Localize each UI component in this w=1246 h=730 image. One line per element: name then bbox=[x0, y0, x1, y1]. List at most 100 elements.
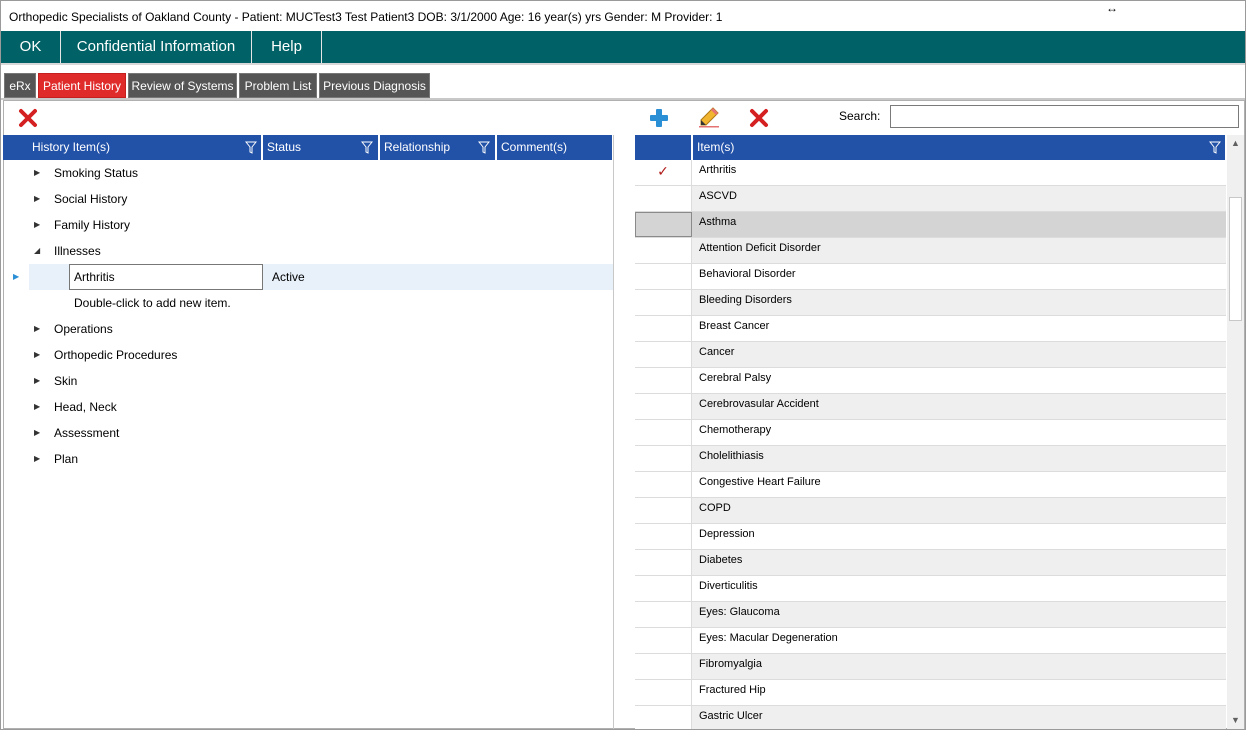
item-row[interactable]: Cholelithiasis bbox=[635, 446, 1226, 472]
column-relationship[interactable]: Relationship bbox=[380, 135, 497, 160]
tree-node[interactable]: ▶ Plan bbox=[3, 446, 612, 472]
item-row[interactable]: Diabetes bbox=[635, 550, 1226, 576]
item-row[interactable]: ASCVD bbox=[635, 186, 1226, 212]
item-checkbox[interactable] bbox=[635, 394, 692, 419]
search-input[interactable] bbox=[890, 105, 1239, 128]
column-status-label: Status bbox=[267, 140, 302, 154]
filter-icon[interactable] bbox=[245, 141, 257, 154]
current-row-indicator-icon: ▶ bbox=[13, 272, 20, 281]
item-checkbox[interactable] bbox=[635, 290, 692, 315]
item-checkbox[interactable] bbox=[635, 342, 692, 367]
item-checkbox[interactable] bbox=[635, 654, 692, 679]
item-name: Behavioral Disorder bbox=[699, 268, 796, 280]
tree-node[interactable]: ◢ Illnesses bbox=[3, 238, 612, 264]
tree-node[interactable]: ▶ Skin bbox=[3, 368, 612, 394]
tree-node[interactable]: ▶ Social History bbox=[3, 186, 612, 212]
item-checkbox[interactable] bbox=[635, 186, 692, 211]
filter-icon[interactable] bbox=[361, 141, 373, 154]
tab-review-of-systems[interactable]: Review of Systems bbox=[128, 73, 237, 98]
item-row[interactable]: Chemotherapy bbox=[635, 420, 1226, 446]
expand-arrow-icon[interactable]: ▶ bbox=[34, 186, 44, 212]
item-checkbox[interactable] bbox=[635, 264, 692, 289]
item-checkbox[interactable]: ✓ bbox=[635, 160, 692, 185]
expand-arrow-icon[interactable]: ▶ bbox=[34, 212, 44, 238]
item-checkbox[interactable] bbox=[635, 212, 692, 237]
item-checkbox[interactable] bbox=[635, 524, 692, 549]
expand-arrow-icon[interactable]: ▶ bbox=[34, 420, 44, 446]
edit-item-button[interactable] bbox=[697, 105, 721, 129]
tree-node-label: Skin bbox=[54, 374, 78, 388]
status-cell[interactable]: Active bbox=[272, 264, 305, 290]
tab-problem-list[interactable]: Problem List bbox=[239, 73, 317, 98]
item-row[interactable]: Eyes: Macular Degeneration bbox=[635, 628, 1226, 654]
item-name: Cerebrovasular Accident bbox=[699, 398, 819, 410]
vertical-scrollbar[interactable]: ▲ ▼ bbox=[1227, 135, 1244, 729]
add-item-button[interactable] bbox=[647, 106, 671, 130]
column-status[interactable]: Status bbox=[263, 135, 380, 160]
tab-erx[interactable]: eRx bbox=[4, 73, 36, 98]
collapse-arrow-icon[interactable]: ◢ bbox=[34, 238, 44, 264]
tree-node[interactable]: ▶ Smoking Status bbox=[3, 160, 612, 186]
expand-arrow-icon[interactable]: ▶ bbox=[34, 316, 44, 342]
add-new-item-hint[interactable]: Double-click to add new item. bbox=[74, 290, 231, 316]
scroll-down-icon[interactable]: ▼ bbox=[1227, 712, 1244, 729]
expand-arrow-icon[interactable]: ▶ bbox=[34, 160, 44, 186]
panel-divider[interactable] bbox=[613, 135, 614, 729]
item-row[interactable]: Fibromyalgia bbox=[635, 654, 1226, 680]
filter-icon[interactable] bbox=[478, 141, 490, 154]
item-row[interactable]: Diverticulitis bbox=[635, 576, 1226, 602]
scrollbar-thumb[interactable] bbox=[1229, 197, 1242, 321]
item-checkbox[interactable] bbox=[635, 446, 692, 471]
item-checkbox[interactable] bbox=[635, 602, 692, 627]
item-row[interactable]: Cancer bbox=[635, 342, 1226, 368]
item-row[interactable]: Attention Deficit Disorder bbox=[635, 238, 1226, 264]
tree-node-label: Plan bbox=[54, 452, 79, 466]
tree-node[interactable]: ▶ Assessment bbox=[3, 420, 612, 446]
expand-arrow-icon[interactable]: ▶ bbox=[34, 394, 44, 420]
menu-help[interactable]: Help bbox=[252, 31, 322, 63]
expand-arrow-icon[interactable]: ▶ bbox=[34, 342, 44, 368]
item-row[interactable]: Eyes: Glaucoma bbox=[635, 602, 1226, 628]
item-checkbox[interactable] bbox=[635, 238, 692, 263]
column-history-items[interactable]: History Item(s) bbox=[3, 135, 263, 160]
tree-node[interactable]: ▶ Head, Neck bbox=[3, 394, 612, 420]
delete-item-button[interactable] bbox=[747, 106, 771, 130]
tab-previous-diagnosis[interactable]: Previous Diagnosis bbox=[319, 73, 430, 98]
column-comments[interactable]: Comment(s) bbox=[497, 135, 612, 160]
item-row[interactable]: Depression bbox=[635, 524, 1226, 550]
tree-node[interactable]: ▶ Orthopedic Procedures bbox=[3, 342, 612, 368]
item-row[interactable]: ✓ Arthritis bbox=[635, 160, 1226, 186]
item-row[interactable]: Behavioral Disorder bbox=[635, 264, 1226, 290]
item-checkbox[interactable] bbox=[635, 420, 692, 445]
item-row[interactable]: Gastric Ulcer bbox=[635, 706, 1226, 729]
item-checkbox[interactable] bbox=[635, 368, 692, 393]
item-row[interactable]: Bleeding Disorders bbox=[635, 290, 1226, 316]
item-checkbox[interactable] bbox=[635, 316, 692, 341]
item-row[interactable]: Fractured Hip bbox=[635, 680, 1226, 706]
item-checkbox[interactable] bbox=[635, 706, 692, 729]
item-row[interactable]: COPD bbox=[635, 498, 1226, 524]
item-row[interactable]: Congestive Heart Failure bbox=[635, 472, 1226, 498]
column-items-label[interactable]: Item(s) bbox=[697, 135, 734, 160]
item-checkbox[interactable] bbox=[635, 576, 692, 601]
expand-arrow-icon[interactable]: ▶ bbox=[34, 446, 44, 472]
item-checkbox[interactable] bbox=[635, 472, 692, 497]
item-row[interactable]: Cerebrovasular Accident bbox=[635, 394, 1226, 420]
history-item-cell[interactable]: Arthritis bbox=[69, 264, 263, 290]
delete-history-item-button[interactable] bbox=[16, 106, 40, 130]
tab-patient-history[interactable]: Patient History bbox=[38, 73, 126, 98]
filter-icon[interactable] bbox=[1209, 141, 1221, 154]
item-checkbox[interactable] bbox=[635, 628, 692, 653]
item-checkbox[interactable] bbox=[635, 498, 692, 523]
scroll-up-icon[interactable]: ▲ bbox=[1227, 135, 1244, 152]
item-checkbox[interactable] bbox=[635, 680, 692, 705]
expand-arrow-icon[interactable]: ▶ bbox=[34, 368, 44, 394]
item-row[interactable]: Cerebral Palsy bbox=[635, 368, 1226, 394]
tree-node[interactable]: ▶ Operations bbox=[3, 316, 612, 342]
item-row[interactable]: Breast Cancer bbox=[635, 316, 1226, 342]
item-checkbox[interactable] bbox=[635, 550, 692, 575]
item-row[interactable]: Asthma bbox=[635, 212, 1226, 238]
menu-confidential-information[interactable]: Confidential Information bbox=[61, 31, 252, 63]
menu-ok[interactable]: OK bbox=[1, 31, 61, 63]
tree-node[interactable]: ▶ Family History bbox=[3, 212, 612, 238]
